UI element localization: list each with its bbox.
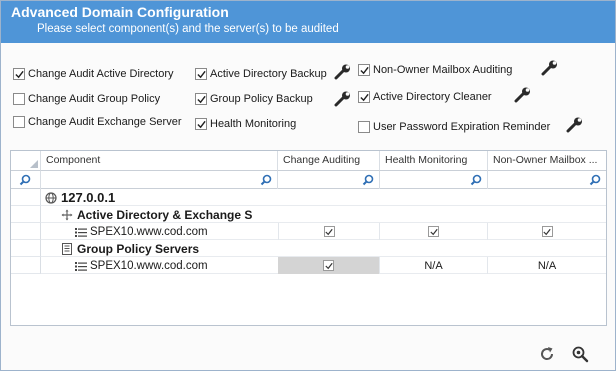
checkbox-unchecked[interactable]	[13, 116, 25, 128]
option-label: Change Audit Exchange Server	[28, 116, 182, 128]
table-row-server[interactable]: SPEX10.www.cod.com	[41, 223, 606, 240]
option-health-monitoring[interactable]: Health Monitoring	[195, 116, 296, 132]
cell-health-monitoring[interactable]	[380, 223, 488, 240]
gp-backup-settings-wrench-icon[interactable]	[334, 91, 352, 107]
table-row-server[interactable]: SPEX10.www.cod.com N/A N/A	[41, 257, 606, 274]
table-row-host[interactable]: 127.0.0.1	[41, 189, 606, 206]
dialog-subtitle: Please select component(s) and the serve…	[37, 23, 339, 35]
search-icon[interactable]	[19, 174, 31, 186]
checkbox-checked[interactable]	[195, 118, 207, 130]
dialog-header: Advanced Domain Configuration Please sel…	[1, 1, 615, 43]
checkbox-checked[interactable]	[358, 64, 370, 76]
search-icon[interactable]	[589, 174, 601, 186]
column-header-non-owner-mailbox[interactable]: Non-Owner Mailbox ...	[488, 151, 606, 171]
row-header[interactable]	[11, 206, 41, 223]
option-label: Health Monitoring	[210, 118, 297, 130]
cell-non-owner-mailbox: N/A	[537, 259, 557, 272]
group-label: Group Policy Servers	[77, 241, 200, 256]
table-row-group[interactable]: Group Policy Servers	[41, 240, 606, 257]
component-server-grid: Component Change Auditing Health Monitor…	[10, 150, 607, 326]
checkbox-checked[interactable]	[541, 226, 553, 237]
checkbox-unchecked[interactable]	[358, 121, 370, 133]
row-header[interactable]	[11, 223, 41, 240]
column-header-health-monitoring[interactable]: Health Monitoring	[380, 151, 488, 171]
row-header[interactable]	[11, 257, 41, 274]
dialog-title: Advanced Domain Configuration	[11, 4, 229, 20]
option-gp-backup[interactable]: Group Policy Backup	[195, 91, 313, 107]
non-owner-mailbox-settings-wrench-icon[interactable]	[541, 60, 559, 76]
checkbox-checked[interactable]	[323, 226, 335, 237]
server-name: SPEX10.www.cod.com	[90, 225, 208, 238]
server-name: SPEX10.www.cod.com	[90, 259, 208, 272]
checkbox-checked[interactable]	[358, 91, 370, 103]
cell-non-owner-mailbox[interactable]	[488, 223, 606, 240]
corner-triangle-icon	[30, 160, 38, 168]
zoom-settings-icon[interactable]	[571, 345, 589, 363]
checkbox-checked[interactable]	[13, 68, 25, 80]
server-cell: SPEX10.www.cod.com	[75, 257, 208, 274]
checkbox-checked[interactable]	[323, 260, 334, 271]
option-label: Non-Owner Mailbox Auditing	[373, 64, 513, 76]
password-reminder-settings-wrench-icon[interactable]	[566, 117, 584, 133]
column-header-component[interactable]: Component	[41, 151, 278, 171]
checkbox-checked[interactable]	[195, 93, 207, 105]
filter-non-owner-mailbox[interactable]	[488, 171, 606, 189]
cell-change-auditing[interactable]	[278, 257, 380, 274]
option-non-owner-mailbox[interactable]: Non-Owner Mailbox Auditing	[358, 62, 512, 78]
option-change-audit-gp[interactable]: Change Audit Group Policy	[13, 91, 160, 107]
option-label: Change Audit Active Directory	[28, 68, 174, 80]
advanced-domain-configuration-window: Advanced Domain Configuration Please sel…	[0, 0, 616, 371]
network-icon	[61, 209, 73, 220]
option-label: Active Directory Backup	[210, 68, 327, 80]
ad-backup-settings-wrench-icon[interactable]	[334, 64, 352, 80]
host-cell: 127.0.0.1	[45, 189, 115, 206]
option-password-reminder[interactable]: User Password Expiration Reminder	[358, 119, 550, 135]
search-icon[interactable]	[260, 174, 272, 186]
server-list-icon	[75, 261, 87, 271]
option-label: Active Directory Cleaner	[373, 91, 492, 103]
filter-row	[11, 171, 606, 189]
row-header[interactable]	[11, 240, 41, 257]
refresh-icon[interactable]	[538, 345, 556, 363]
server-list-icon	[75, 227, 87, 237]
option-ad-cleaner[interactable]: Active Directory Cleaner	[358, 89, 492, 105]
group-cell: Active Directory & Exchange S	[61, 206, 278, 223]
checkbox-checked[interactable]	[195, 68, 207, 80]
option-label: User Password Expiration Reminder	[373, 121, 551, 133]
group-label: Active Directory & Exchange S	[77, 207, 253, 222]
cell-health-monitoring: N/A	[380, 257, 488, 274]
document-list-icon	[62, 242, 72, 255]
ad-cleaner-settings-wrench-icon[interactable]	[514, 87, 532, 103]
column-header-change-auditing[interactable]: Change Auditing	[278, 151, 380, 171]
filter-health-monitoring[interactable]	[380, 171, 488, 189]
row-header[interactable]	[11, 189, 41, 206]
server-cell: SPEX10.www.cod.com	[75, 223, 208, 240]
filter-component[interactable]	[41, 171, 278, 189]
search-icon[interactable]	[362, 174, 374, 186]
checkbox-checked[interactable]	[428, 226, 439, 237]
filter-change-auditing[interactable]	[278, 171, 380, 189]
option-change-audit-exchange[interactable]: Change Audit Exchange Server	[13, 114, 182, 130]
grid-corner	[11, 151, 41, 171]
option-ad-backup[interactable]: Active Directory Backup	[195, 66, 327, 82]
checkbox-unchecked[interactable]	[13, 93, 25, 105]
host-label: 127.0.0.1	[61, 190, 116, 205]
option-change-audit-ad[interactable]: Change Audit Active Directory	[13, 66, 174, 82]
table-row-group[interactable]: Active Directory & Exchange S	[41, 206, 606, 223]
search-icon[interactable]	[470, 174, 482, 186]
option-label: Group Policy Backup	[210, 93, 313, 105]
option-label: Change Audit Group Policy	[28, 93, 161, 105]
globe-icon	[45, 191, 57, 204]
cell-change-auditing[interactable]	[278, 223, 380, 240]
filter-rowheader	[11, 171, 41, 189]
group-cell: Group Policy Servers	[61, 240, 199, 257]
